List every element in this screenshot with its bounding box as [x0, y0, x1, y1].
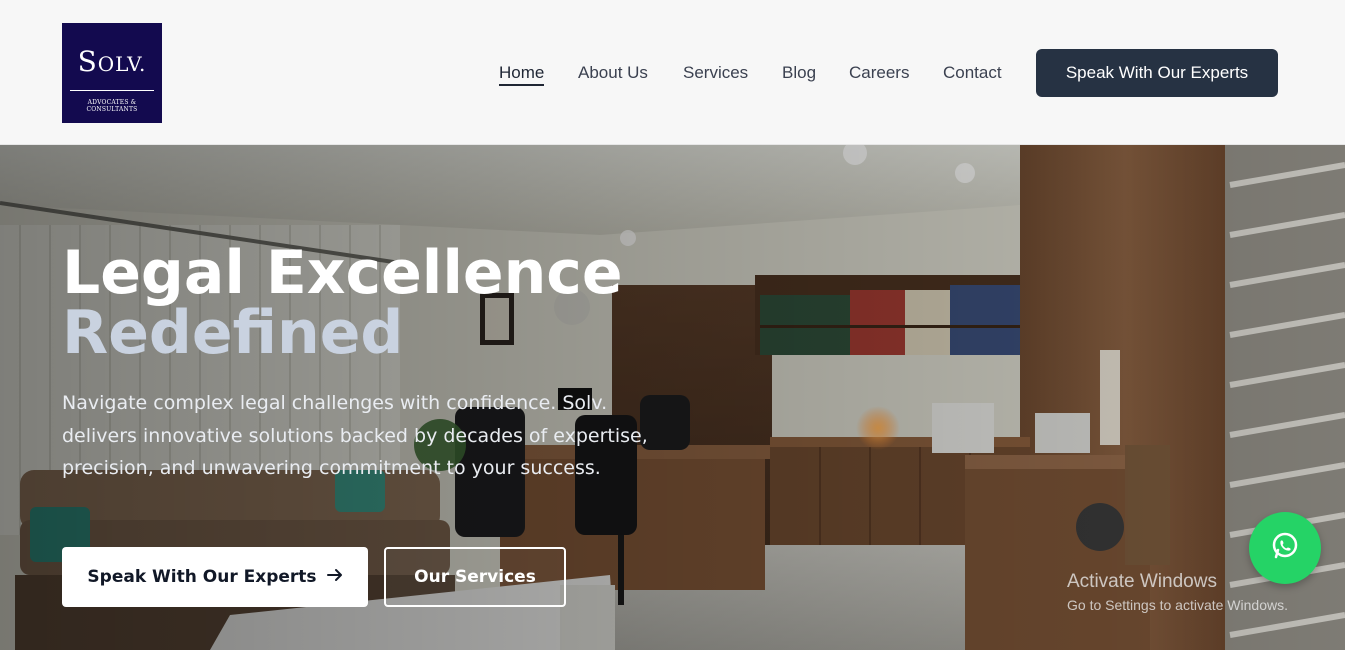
hero-our-services-button[interactable]: Our Services — [384, 547, 566, 607]
hero-title-line1: Legal Excellence — [62, 238, 623, 308]
hero-secondary-button-label: Our Services — [414, 567, 536, 587]
hero-speak-with-experts-button[interactable]: Speak With Our Experts — [62, 547, 368, 607]
page-right-edge — [1345, 0, 1349, 650]
hero-primary-button-label: Speak With Our Experts — [87, 567, 317, 587]
activate-windows-watermark: Activate Windows Go to Settings to activ… — [1067, 571, 1288, 615]
logo-divider — [70, 90, 154, 91]
main-nav: Home About Us Services Blog Careers Cont… — [499, 62, 1019, 86]
nav-services[interactable]: Services — [683, 62, 748, 84]
header-speak-with-experts-button[interactable]: Speak With Our Experts — [1036, 49, 1278, 97]
arrow-right-icon — [326, 567, 343, 587]
logo-rest: OLV. — [97, 52, 147, 76]
logo[interactable]: SOLV. ADVOCATES & CONSULTANTS — [62, 23, 162, 123]
logo-wordmark: SOLV. — [62, 45, 162, 81]
nav-contact[interactable]: Contact — [943, 62, 1002, 84]
activate-windows-title: Activate Windows — [1067, 571, 1217, 592]
logo-tagline: ADVOCATES & CONSULTANTS — [86, 99, 138, 113]
hero-title-line2: Redefined — [62, 298, 404, 368]
nav-home[interactable]: Home — [499, 62, 545, 86]
nav-careers[interactable]: Careers — [849, 62, 909, 84]
site-header: SOLV. ADVOCATES & CONSULTANTS Home About… — [0, 0, 1349, 145]
logo-initial: S — [77, 45, 98, 78]
nav-about-us[interactable]: About Us — [578, 62, 648, 84]
hero-section: Legal Excellence Redefined Navigate comp… — [0, 145, 1345, 650]
hero-description: Navigate complex legal challenges with c… — [62, 392, 648, 479]
whatsapp-icon — [1268, 529, 1302, 567]
nav-blog[interactable]: Blog — [782, 62, 816, 84]
activate-windows-subtitle: Go to Settings to activate Windows. — [1067, 597, 1288, 613]
